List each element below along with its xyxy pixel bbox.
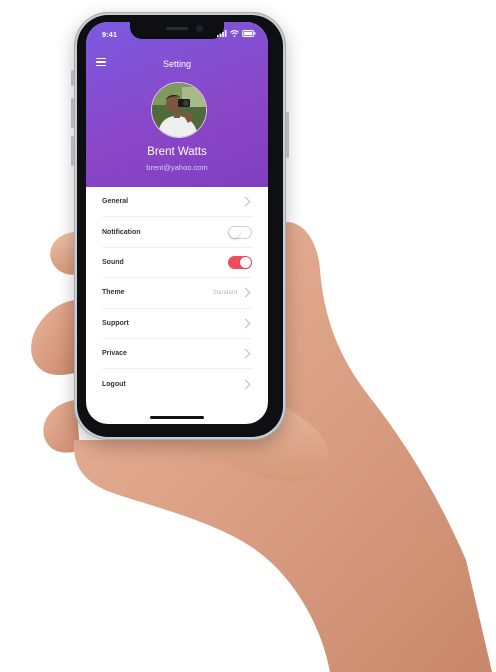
settings-row-notification: Notification	[102, 217, 252, 248]
front-camera	[196, 25, 203, 32]
phone-device: 9:41 Setting Brent Watts brent@yahoo.com…	[71, 12, 289, 440]
home-indicator[interactable]	[150, 416, 204, 419]
settings-row-label: Sound	[102, 258, 124, 266]
chevron-right-icon	[240, 318, 251, 329]
settings-row-label: Logout	[102, 380, 126, 388]
status-time: 9:41	[102, 30, 118, 39]
wifi-icon	[230, 30, 239, 37]
notification-toggle[interactable]	[228, 225, 252, 239]
sound-toggle[interactable]	[228, 255, 252, 269]
theme-value: Standard	[212, 289, 237, 296]
volume-up-button	[71, 98, 74, 128]
signal-icon	[217, 30, 227, 37]
speaker	[166, 27, 188, 30]
user-email: brent@yahoo.com	[146, 163, 208, 172]
profile-header: 9:41 Setting Brent Watts brent@yahoo.com	[86, 22, 268, 187]
page-title: Setting	[162, 59, 192, 69]
volume-down-button	[71, 136, 74, 166]
settings-row-label: Notification	[102, 228, 141, 236]
avatar-photo	[152, 83, 206, 137]
settings-row-sound: Sound	[102, 248, 252, 279]
avatar[interactable]	[151, 82, 207, 138]
status-icons	[217, 30, 256, 37]
settings-row-logout[interactable]: Logout	[102, 369, 252, 398]
settings-row-label: Support	[102, 319, 129, 327]
settings-row-privace[interactable]: Privace	[102, 339, 252, 370]
user-name: Brent Watts	[147, 146, 207, 158]
settings-row-label: Theme	[102, 289, 125, 297]
settings-row-support[interactable]: Support	[102, 309, 252, 339]
chevron-right-icon	[240, 196, 251, 207]
battery-icon	[242, 30, 256, 37]
settings-list: General Notification Sound Theme Standar…	[86, 187, 268, 399]
settings-row-theme[interactable]: Theme Standard	[102, 278, 252, 309]
chevron-right-icon	[240, 348, 251, 359]
mute-switch	[71, 70, 74, 86]
scene: 9:41 Setting Brent Watts brent@yahoo.com…	[0, 0, 496, 672]
middle-finger	[31, 300, 78, 375]
settings-row-label: Privace	[102, 350, 127, 358]
power-button	[286, 112, 289, 158]
settings-row-general[interactable]: General	[102, 187, 252, 218]
notch	[130, 22, 224, 39]
chevron-right-icon	[240, 379, 251, 389]
phone-screen: 9:41 Setting Brent Watts brent@yahoo.com…	[86, 22, 268, 424]
settings-row-label: General	[102, 198, 129, 206]
chevron-right-icon	[240, 287, 251, 298]
